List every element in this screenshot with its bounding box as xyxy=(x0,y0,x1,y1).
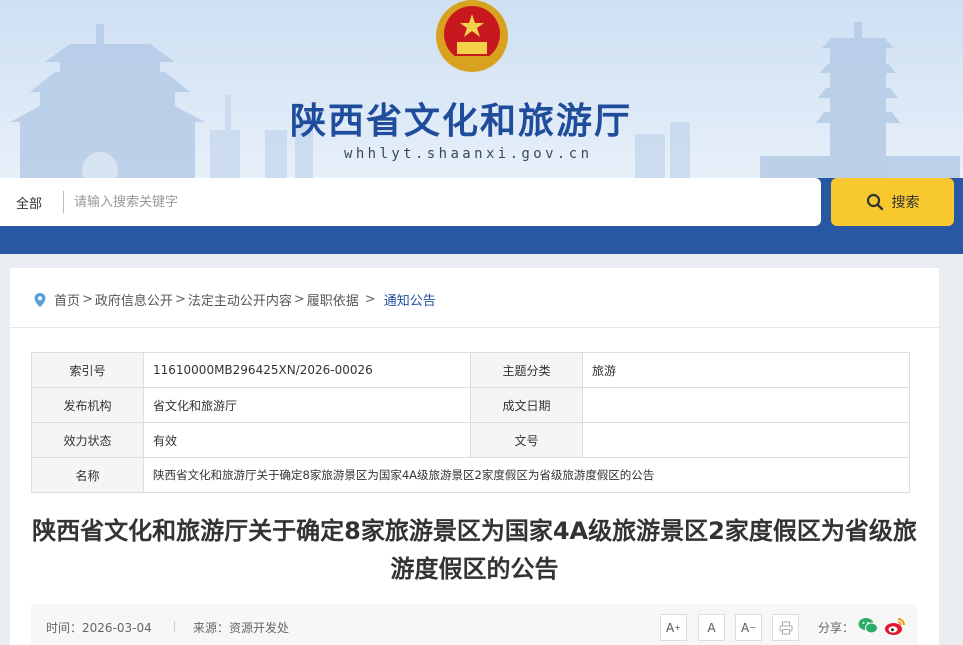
font-normal-label: A xyxy=(707,620,716,635)
share-label: 分享： xyxy=(818,621,855,635)
publisher-value: 省文化和旅游厅 xyxy=(143,387,471,423)
breadcrumb-separator: > xyxy=(364,292,376,307)
font-increase-label: A xyxy=(666,620,675,635)
plus-icon: + xyxy=(674,623,681,632)
printer-icon xyxy=(779,621,792,634)
date-label: 成文日期 xyxy=(470,387,583,423)
bell-tower-illustration xyxy=(10,24,240,178)
table-row: 名称 陕西省文化和旅游厅关于确定8家旅游景区为国家4A级旅游景区2家度假区为省级… xyxy=(31,457,910,493)
index-value: 11610000MB296425XN/2026-00026 xyxy=(143,352,471,388)
table-row: 效力状态 有效 文号 xyxy=(31,422,910,458)
breadcrumb-separator: > xyxy=(174,292,186,307)
article-info-bar: 时间：2026-03-04 来源：资源开发处 A + A A − 分享： xyxy=(31,604,917,645)
font-decrease-label: A xyxy=(741,620,750,635)
search-input[interactable] xyxy=(74,188,774,216)
site-url: whhlyt.shaanxi.gov.cn xyxy=(344,146,593,162)
national-emblem-icon xyxy=(436,0,508,72)
date-value xyxy=(582,387,910,423)
info-divider xyxy=(174,621,175,632)
font-increase-button[interactable]: A + xyxy=(660,614,687,641)
search-box: 全部 xyxy=(0,178,821,226)
breadcrumb-statutory[interactable]: 法定主动公开内容 xyxy=(188,290,292,309)
table-row: 索引号 11610000MB296425XN/2026-00026 主题分类 旅… xyxy=(31,352,910,388)
index-label: 索引号 xyxy=(31,352,144,388)
name-value: 陕西省文化和旅游厅关于确定8家旅游景区为国家4A级旅游景区2家度假区为省级旅游度… xyxy=(143,457,910,493)
breadcrumb-duty-basis[interactable]: 履职依据 xyxy=(307,290,359,309)
status-value: 有效 xyxy=(143,422,471,458)
topic-label: 主题分类 xyxy=(470,352,583,388)
publish-time: 时间：2026-03-04 xyxy=(46,621,152,635)
search-scope-selector[interactable]: 全部 xyxy=(16,193,42,212)
breadcrumb-gov-info[interactable]: 政府信息公开 xyxy=(95,290,173,309)
search-button-label: 搜索 xyxy=(891,195,920,211)
wechat-icon[interactable] xyxy=(857,615,879,637)
table-row: 发布机构 省文化和旅游厅 成文日期 xyxy=(31,387,910,423)
article-title: 陕西省文化和旅游厅关于确定8家旅游景区为国家4A级旅游景区2家度假区为省级旅游度… xyxy=(32,517,917,583)
font-normal-button[interactable]: A xyxy=(698,614,725,641)
font-decrease-button[interactable]: A − xyxy=(735,614,762,641)
article-source: 来源：资源开发处 xyxy=(193,621,290,635)
pagoda-illustration xyxy=(760,22,960,178)
breadcrumb-current[interactable]: 通知公告 xyxy=(384,290,436,309)
name-label: 名称 xyxy=(31,457,144,493)
search-divider xyxy=(63,191,64,213)
minus-icon: − xyxy=(749,623,756,632)
breadcrumb-divider xyxy=(10,327,939,328)
docno-value xyxy=(582,422,910,458)
breadcrumb-home[interactable]: 首页 xyxy=(54,290,80,309)
print-button[interactable] xyxy=(772,614,799,641)
docno-label: 文号 xyxy=(470,422,583,458)
publisher-label: 发布机构 xyxy=(31,387,144,423)
breadcrumb-separator: > xyxy=(82,292,93,307)
status-label: 效力状态 xyxy=(31,422,144,458)
search-button[interactable]: 搜索 xyxy=(831,178,954,226)
breadcrumb: 首页 > 政府信息公开 > 法定主动公开内容 > 履职依据 > 通知公告 xyxy=(34,290,436,309)
topic-value: 旅游 xyxy=(582,352,910,388)
breadcrumb-separator: > xyxy=(293,292,305,307)
search-icon xyxy=(866,193,883,211)
document-metadata-table: 索引号 11610000MB296425XN/2026-00026 主题分类 旅… xyxy=(31,352,910,493)
site-title: 陕西省文化和旅游厅 xyxy=(290,101,633,142)
site-header-banner: 陕西省文化和旅游厅 whhlyt.shaanxi.gov.cn xyxy=(0,0,963,178)
location-pin-icon xyxy=(34,292,46,307)
content-card: 首页 > 政府信息公开 > 法定主动公开内容 > 履职依据 > 通知公告 索引号… xyxy=(10,268,939,645)
weibo-icon[interactable] xyxy=(884,615,906,637)
